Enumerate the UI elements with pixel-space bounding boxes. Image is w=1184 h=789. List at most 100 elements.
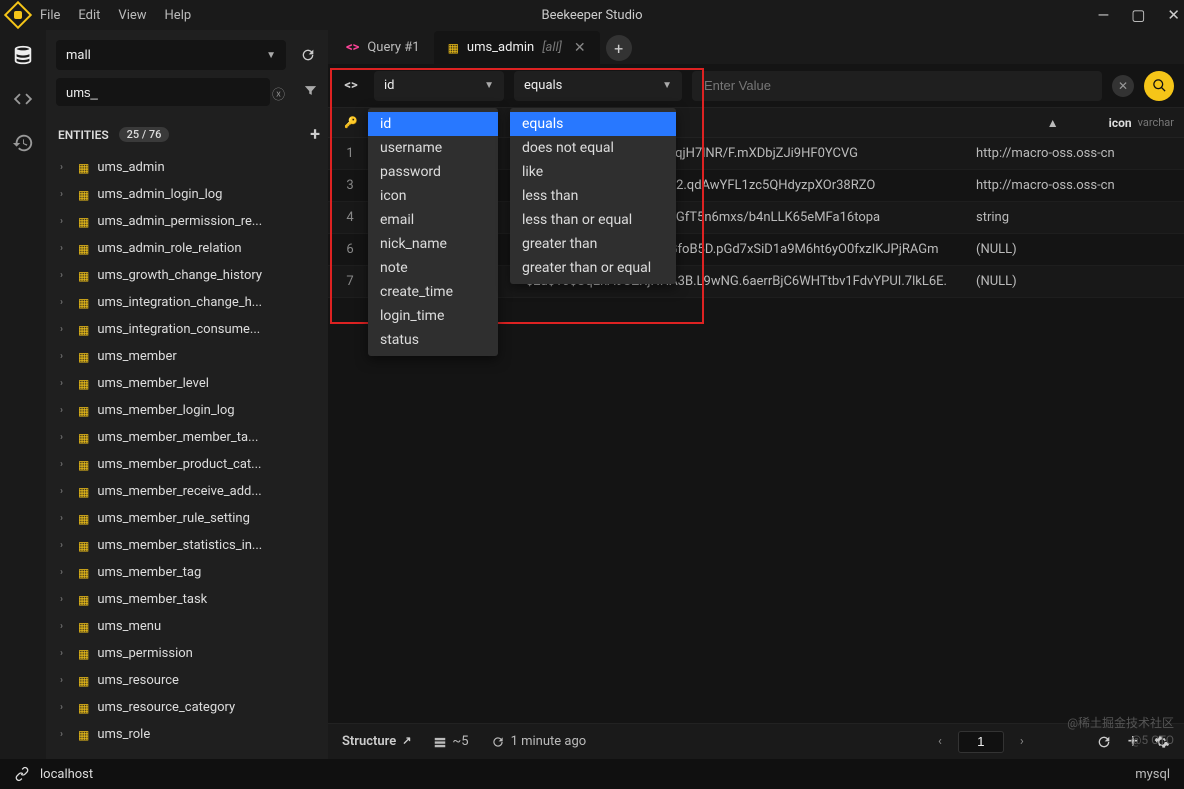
table-icon: ▦ [78, 161, 89, 175]
table-icon: ▦ [78, 404, 89, 418]
filter-field-option[interactable]: email [368, 208, 498, 232]
filter-field-option[interactable]: status [368, 328, 498, 352]
menu-help[interactable]: Help [165, 8, 192, 23]
entity-item[interactable]: ›▦ums_admin_permission_re... [56, 209, 322, 234]
rows-icon [433, 735, 447, 749]
column-icon-header[interactable]: icon varchar [1099, 116, 1184, 130]
filter-op-option[interactable]: greater than or equal [510, 256, 676, 280]
table-icon: ▦ [448, 41, 459, 55]
filter-op-option[interactable]: greater than [510, 232, 676, 256]
filter-op-option[interactable]: equals [510, 112, 676, 136]
entity-item[interactable]: ›▦ums_member_product_cat... [56, 452, 322, 477]
filter-field-option[interactable]: username [368, 136, 498, 160]
entity-item[interactable]: ›▦ums_integration_consume... [56, 317, 322, 342]
window-close[interactable]: ✕ [1167, 6, 1180, 24]
page-input[interactable] [958, 731, 1004, 753]
filter-field-value: id [384, 78, 395, 93]
entity-item[interactable]: ›▦ums_member_login_log [56, 398, 322, 423]
filter-field-option[interactable]: create_time [368, 280, 498, 304]
menu-file[interactable]: File [40, 8, 60, 23]
new-tab-button[interactable]: + [606, 35, 632, 61]
chevron-right-icon: › [60, 675, 70, 686]
database-icon[interactable] [12, 44, 34, 66]
menu-edit[interactable]: Edit [78, 8, 100, 23]
filter-code-icon[interactable]: <> [338, 78, 364, 93]
chevron-right-icon: › [60, 648, 70, 659]
entity-item[interactable]: ›▦ums_growth_change_history [56, 263, 322, 288]
menu-view[interactable]: View [118, 8, 146, 23]
filter-field-option[interactable]: login_time [368, 304, 498, 328]
window-minimize[interactable]: — [1098, 6, 1110, 24]
table-icon: ▦ [78, 269, 89, 283]
entity-item[interactable]: ›▦ums_admin_login_log [56, 182, 322, 207]
entity-item[interactable]: ›▦ums_member_task [56, 587, 322, 612]
entity-item[interactable]: ›▦ums_permission [56, 641, 322, 666]
filter-field-option[interactable]: nick_name [368, 232, 498, 256]
tab-close-icon[interactable]: ✕ [574, 40, 586, 56]
filter-search-button[interactable] [1144, 71, 1174, 101]
filter-value-input[interactable] [692, 71, 1102, 101]
entity-item[interactable]: ›▦ums_resource_category [56, 695, 322, 720]
table-icon: ▦ [78, 701, 89, 715]
table-icon: ▦ [78, 593, 89, 607]
title-bar: File Edit View Help Beekeeper Studio — ▢… [0, 0, 1184, 30]
filter-icon[interactable] [299, 79, 322, 106]
last-refresh[interactable]: 1 minute ago [491, 734, 587, 749]
entity-item[interactable]: ›▦ums_member_receive_add... [56, 479, 322, 504]
entity-item[interactable]: ›▦ums_role [56, 722, 322, 747]
database-selector[interactable]: mall ▼ [56, 40, 286, 70]
filter-op-option[interactable]: less than or equal [510, 208, 676, 232]
left-rail [0, 30, 46, 759]
table-icon: ▦ [78, 242, 89, 256]
chevron-right-icon: › [60, 432, 70, 443]
entity-search-input[interactable] [56, 78, 270, 106]
table-footer: Structure↗ ~5 1 minute ago ‹ › + [328, 723, 1184, 759]
chevron-right-icon: › [60, 162, 70, 173]
window-maximize[interactable]: ▢ [1131, 6, 1145, 24]
entity-item[interactable]: ›▦ums_member_level [56, 371, 322, 396]
filter-field-option[interactable]: icon [368, 184, 498, 208]
add-entity-button[interactable]: + [310, 124, 320, 145]
chevron-right-icon: › [60, 297, 70, 308]
history-icon[interactable] [12, 132, 34, 154]
entity-item[interactable]: ›▦ums_member_statistics_in... [56, 533, 322, 558]
page-prev[interactable]: ‹ [938, 734, 942, 749]
filter-op-option[interactable]: does not equal [510, 136, 676, 160]
chevron-right-icon: › [60, 621, 70, 632]
table-icon: ▦ [78, 512, 89, 526]
clear-search-icon[interactable]: ⓧ [272, 84, 285, 103]
tab-query[interactable]: <> Query #1 [332, 31, 434, 64]
entities-count-badge: 25 / 76 [119, 127, 170, 142]
refresh-icon [491, 735, 505, 749]
tab-table[interactable]: ▦ ums_admin [all] ✕ [434, 31, 600, 64]
filter-op-option[interactable]: less than [510, 184, 676, 208]
chevron-right-icon: › [60, 594, 70, 605]
code-icon[interactable] [12, 88, 34, 110]
filter-op-dropdown[interactable]: equals ▼ [514, 71, 682, 101]
entity-item[interactable]: ›▦ums_member [56, 344, 322, 369]
entity-item[interactable]: ›▦ums_member_member_ta... [56, 425, 322, 450]
filter-clear-icon[interactable]: ✕ [1112, 75, 1134, 97]
entity-item[interactable]: ›▦ums_resource [56, 668, 322, 693]
structure-button[interactable]: Structure↗ [342, 734, 411, 749]
filter-field-option[interactable]: note [368, 256, 498, 280]
table-icon: ▦ [78, 350, 89, 364]
entity-item[interactable]: ›▦ums_integration_change_h... [56, 290, 322, 315]
entity-item[interactable]: ›▦ums_admin [56, 155, 322, 180]
entity-list: ›▦ums_admin›▦ums_admin_login_log›▦ums_ad… [56, 155, 322, 747]
entity-label: ums_member_member_ta... [97, 430, 258, 445]
page-next[interactable]: › [1020, 734, 1024, 749]
chevron-right-icon: › [60, 567, 70, 578]
filter-field-option[interactable]: id [368, 112, 498, 136]
sort-indicator[interactable]: ▲ [1047, 116, 1099, 130]
entity-item[interactable]: ›▦ums_menu [56, 614, 322, 639]
refresh-button[interactable] [294, 41, 322, 69]
filter-field-dropdown[interactable]: id ▼ [374, 71, 504, 101]
filter-op-option[interactable]: like [510, 160, 676, 184]
filter-field-option[interactable]: password [368, 160, 498, 184]
entity-item[interactable]: ›▦ums_member_tag [56, 560, 322, 585]
entity-item[interactable]: ›▦ums_admin_role_relation [56, 236, 322, 261]
status-host: localhost [40, 767, 93, 782]
entity-item[interactable]: ›▦ums_member_rule_setting [56, 506, 322, 531]
sidebar: mall ▼ ⓧ ENTITIES 25 / 76 + ›▦ums_admin›… [46, 30, 328, 759]
